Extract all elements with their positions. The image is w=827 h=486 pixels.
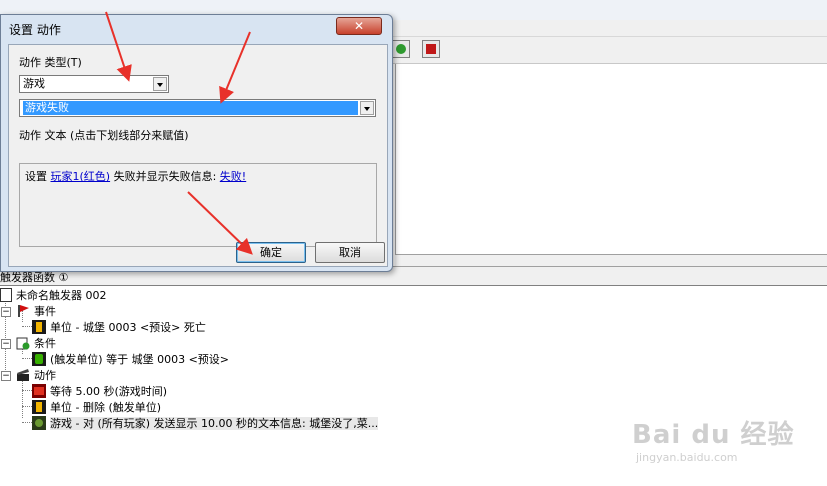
tree-guide	[22, 422, 32, 423]
close-icon: ✕	[353, 19, 365, 33]
chevron-down-icon[interactable]	[360, 101, 374, 115]
tree-action-item[interactable]: 等待 5.00 秒(游戏时间)	[32, 384, 167, 400]
tree-root[interactable]: 未命名触发器 002	[0, 288, 107, 304]
message-link[interactable]: 失败!	[220, 170, 246, 183]
watermark-url: jingyan.baidu.com	[636, 451, 738, 464]
tree-root-label: 未命名触发器 002	[16, 289, 107, 302]
tree-event-item[interactable]: 单位 - 城堡 0003 <预设> 死亡	[32, 320, 206, 336]
trigger-red-icon[interactable]	[422, 40, 440, 58]
flag-icon	[16, 304, 30, 318]
condition-icon	[32, 352, 46, 366]
category-value: 游戏	[23, 77, 45, 90]
conditions-label: 条件	[34, 337, 56, 350]
tree-guide	[22, 326, 32, 327]
events-expander[interactable]: −	[1, 307, 11, 317]
condition-item-label: (触发单位) 等于 城堡 0003 <预设>	[50, 353, 229, 366]
game-icon	[32, 416, 46, 430]
wait-icon	[32, 384, 46, 398]
tree-guide	[22, 358, 32, 359]
action-select[interactable]: 游戏失败	[19, 99, 376, 117]
action-item-label: 单位 - 删除 (触发单位)	[50, 401, 162, 414]
ok-button[interactable]: 确定	[236, 242, 306, 263]
tree-conditions[interactable]: 条件	[16, 336, 56, 352]
conditions-expander[interactable]: −	[1, 339, 11, 349]
trigger-green-icon[interactable]	[392, 40, 410, 58]
events-label: 事件	[34, 305, 56, 318]
tree-action-item[interactable]: 单位 - 删除 (触发单位)	[32, 400, 161, 416]
action-item-label: 等待 5.00 秒(游戏时间)	[50, 385, 168, 398]
tree-events[interactable]: 事件	[16, 304, 56, 320]
unit-icon	[32, 400, 46, 414]
condition-folder-icon	[16, 336, 30, 350]
cancel-button[interactable]: 取消	[315, 242, 385, 263]
action-text-label: 动作 文本 (点击下划线部分来赋值)	[19, 129, 189, 142]
action-value: 游戏失败	[23, 101, 358, 115]
action-text-line: 设置 玩家1(红色) 失败并显示失败信息: 失败!	[25, 168, 246, 184]
watermark-logo: Bai du 经验	[632, 420, 795, 450]
chevron-down-icon[interactable]	[153, 77, 167, 91]
action-text-middle: 失败并显示失败信息:	[113, 170, 220, 183]
tree-condition-item[interactable]: (触发单位) 等于 城堡 0003 <预设>	[32, 352, 229, 368]
tree-action-item[interactable]: 游戏 - 对 (所有玩家) 发送显示 10.00 秒的文本信息: 城堡没了,菜.…	[32, 416, 379, 432]
category-select[interactable]: 游戏	[19, 75, 169, 93]
actions-expander[interactable]: −	[1, 371, 11, 381]
action-text-box: 设置 玩家1(红色) 失败并显示失败信息: 失败!	[19, 163, 377, 247]
action-text-prefix: 设置	[25, 170, 51, 183]
editor-menubar	[390, 20, 827, 37]
dialog-body: 动作 类型(T) 游戏 游戏失败 动作 文本 (点击下划线部分来赋值) 设置 玩…	[8, 44, 388, 267]
tree-guide	[22, 406, 32, 407]
document-icon	[0, 288, 12, 302]
close-button[interactable]: ✕	[336, 17, 382, 35]
editor-toolbar	[390, 37, 827, 64]
action-item-label: 游戏 - 对 (所有玩家) 发送显示 10.00 秒的文本信息: 城堡没了,菜.…	[50, 417, 379, 430]
clapperboard-icon	[16, 368, 30, 382]
event-item-label: 单位 - 城堡 0003 <预设> 死亡	[50, 321, 206, 334]
watermark: Bai du 经验 jingyan.baidu.com	[632, 414, 795, 464]
actions-label: 动作	[34, 369, 56, 382]
unit-icon	[32, 320, 46, 334]
player-link[interactable]: 玩家1(红色)	[51, 170, 111, 183]
dialog-title: 设置 动作	[9, 23, 61, 37]
tree-guide	[22, 390, 32, 391]
set-action-dialog: 设置 动作 ✕ 动作 类型(T) 游戏 游戏失败 动作 文本 (点击下划线部分来…	[0, 14, 393, 272]
action-type-label: 动作 类型(T)	[19, 56, 82, 69]
tree-actions[interactable]: 动作	[16, 368, 56, 384]
trigger-detail-pane	[395, 64, 827, 254]
